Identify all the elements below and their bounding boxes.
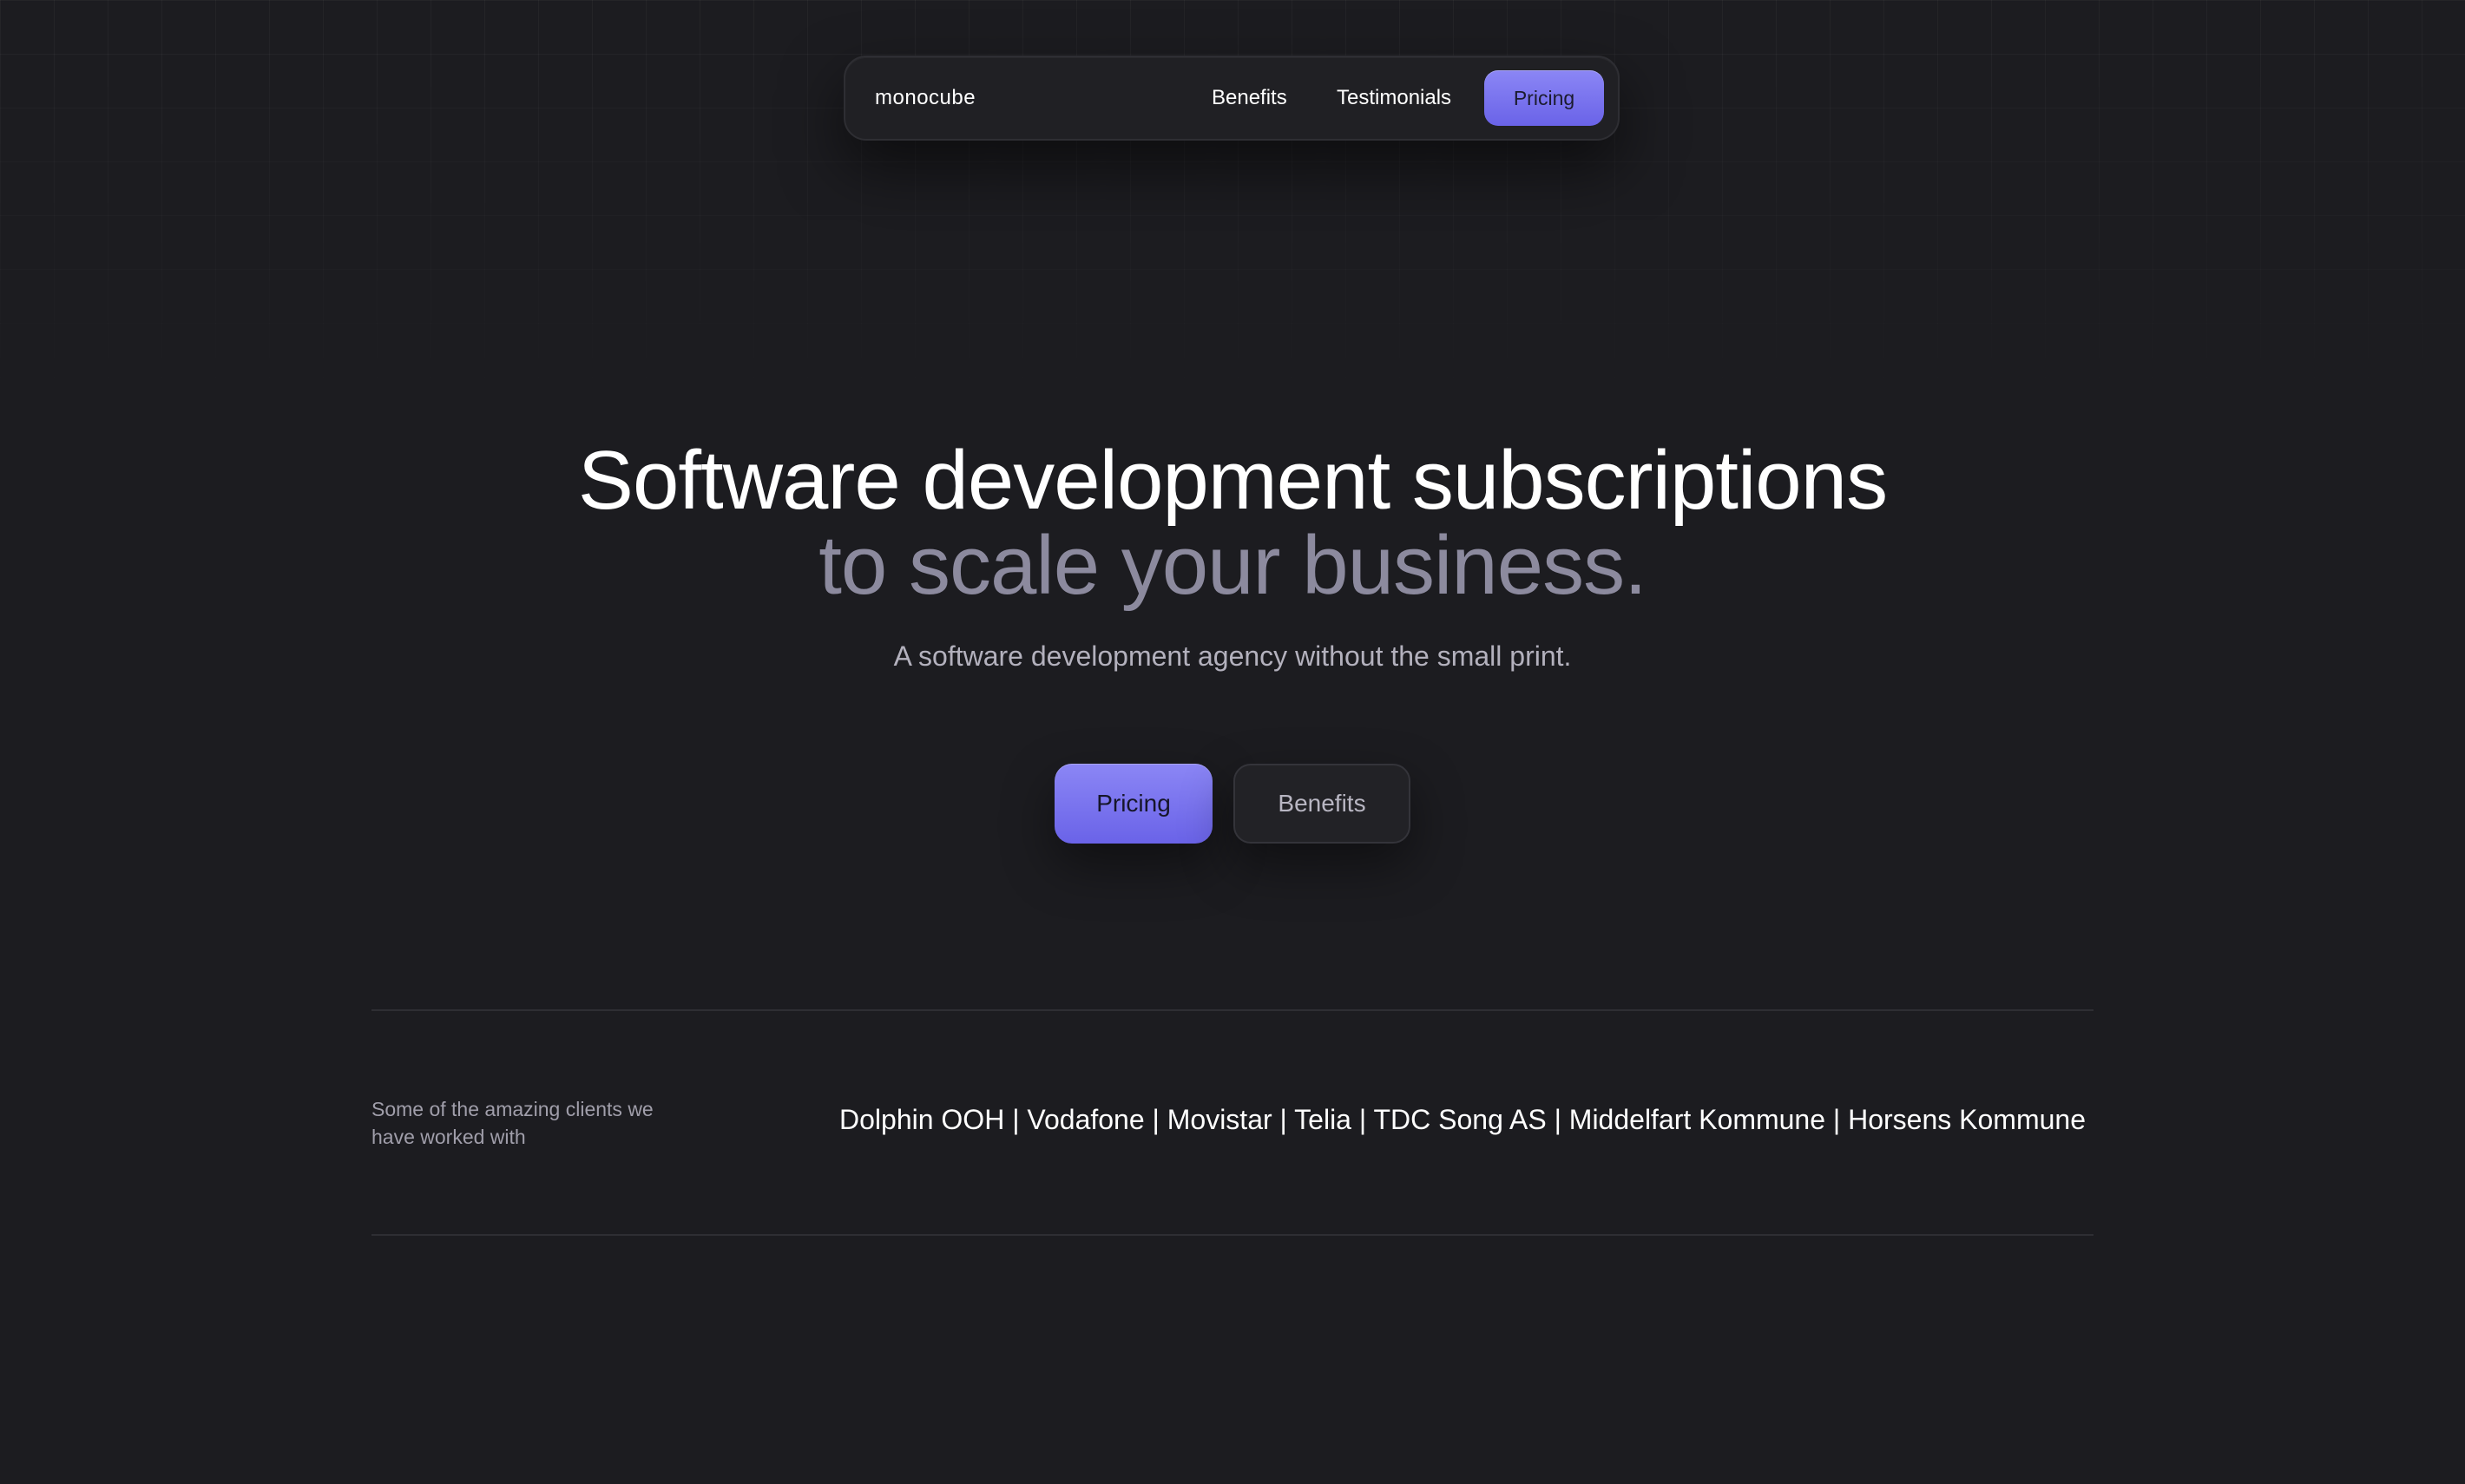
- benefits-button[interactable]: Benefits: [1233, 764, 1410, 844]
- clients-list: Dolphin OOH | Vodafone | Movistar | Teli…: [839, 1104, 2086, 1135]
- pricing-button[interactable]: Pricing: [1055, 764, 1213, 844]
- clients-divider-bottom: [371, 1234, 2094, 1236]
- hero-title: Software development subscriptions: [577, 434, 1888, 527]
- clients-label: Some of the amazing clients we have work…: [371, 1098, 654, 1148]
- top-navbar: monocube Benefits Testimonials Pricing: [844, 56, 1620, 141]
- clients-divider-top: [371, 1009, 2094, 1011]
- hero-subtitle: A software development agency without th…: [893, 640, 1572, 672]
- hero-cta-row: Pricing Benefits: [0, 764, 2465, 844]
- hero-title-secondary: to scale your business.: [818, 519, 1647, 612]
- nav-link-testimonials[interactable]: Testimonials: [1337, 86, 1451, 110]
- brand-logo[interactable]: monocube: [875, 86, 976, 110]
- nav-link-benefits[interactable]: Benefits: [1212, 86, 1287, 110]
- page: monocube Benefits Testimonials Pricing S…: [0, 0, 2465, 1484]
- nav-pricing-button[interactable]: Pricing: [1484, 70, 1604, 126]
